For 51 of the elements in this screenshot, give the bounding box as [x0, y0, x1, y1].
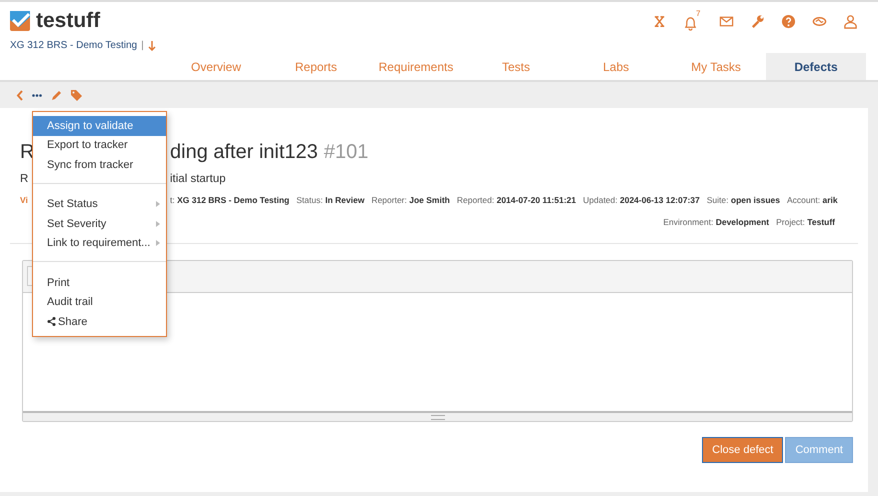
- meta-field: Environment: Development: [663, 217, 770, 227]
- share-icon: [47, 317, 56, 326]
- user-icon[interactable]: [843, 14, 858, 28]
- nav-tab[interactable]: Defects: [766, 53, 866, 80]
- nav-tab[interactable]: Labs: [566, 53, 666, 80]
- nav-tab[interactable]: My Tasks: [666, 53, 766, 80]
- meta-field: Reported: 2014-07-20 11:51:21: [456, 195, 576, 205]
- menu-item[interactable]: Sync from tracker: [33, 155, 166, 174]
- cross-icon[interactable]: [652, 14, 667, 28]
- menu-item[interactable]: Share: [33, 312, 166, 332]
- meta-field: Reporter: Joe Smith: [371, 195, 450, 205]
- separator: |: [141, 40, 144, 51]
- mail-icon[interactable]: [719, 14, 734, 28]
- menu-item[interactable]: Set Severity: [33, 214, 166, 234]
- submenu-arrow-icon: [156, 240, 160, 246]
- meta-field: Project: Testuff: [776, 217, 835, 227]
- help-icon[interactable]: [781, 14, 796, 28]
- back-icon[interactable]: [16, 90, 23, 100]
- pencil-icon[interactable]: [51, 90, 62, 100]
- nav-tab[interactable]: Reports: [266, 53, 366, 80]
- defect-summary: R: [20, 173, 28, 185]
- defect-title: ding after init123: [170, 141, 318, 164]
- meta-field: t: XG 312 BRS - Demo Testing: [170, 195, 290, 205]
- view-link[interactable]: Vi: [20, 195, 28, 205]
- menu-item[interactable]: Print: [33, 273, 166, 292]
- meta-field: Status: In Review: [296, 195, 364, 205]
- tag-icon[interactable]: [71, 90, 82, 100]
- defect-summary: itial startup: [170, 173, 226, 185]
- menu-item[interactable]: Set Status: [33, 194, 166, 214]
- menu-item[interactable]: Link to requirement...: [33, 234, 166, 253]
- logo-icon: [10, 11, 30, 31]
- more-icon[interactable]: [32, 94, 42, 96]
- nav-tab[interactable]: Requirements: [366, 53, 466, 80]
- meta-field: Suite: open issues: [706, 195, 780, 205]
- logo-text: testuff: [36, 9, 100, 33]
- menu-item[interactable]: Audit trail: [33, 292, 166, 312]
- comment-button[interactable]: Comment: [785, 437, 853, 463]
- project-name[interactable]: XG 312 BRS - Demo Testing: [10, 40, 138, 51]
- resize-handle[interactable]: [430, 414, 444, 420]
- meta-field: Account: arik: [787, 195, 838, 205]
- submenu-arrow-icon: [156, 201, 160, 208]
- menu-item[interactable]: Assign to validate: [33, 116, 166, 136]
- nav-tab[interactable]: Tests: [466, 53, 566, 80]
- wrench-icon[interactable]: [750, 14, 765, 28]
- meta-field: Updated: 2024-06-13 12:07:37: [583, 195, 700, 205]
- nav-tab[interactable]: Overview: [166, 53, 266, 80]
- submenu-arrow-icon: [156, 220, 160, 227]
- down-arrow-icon[interactable]: [148, 40, 156, 50]
- defect-number: #101: [324, 141, 368, 164]
- close-defect-button[interactable]: Close defect: [702, 437, 784, 463]
- menu-item[interactable]: Export to tracker: [33, 136, 166, 155]
